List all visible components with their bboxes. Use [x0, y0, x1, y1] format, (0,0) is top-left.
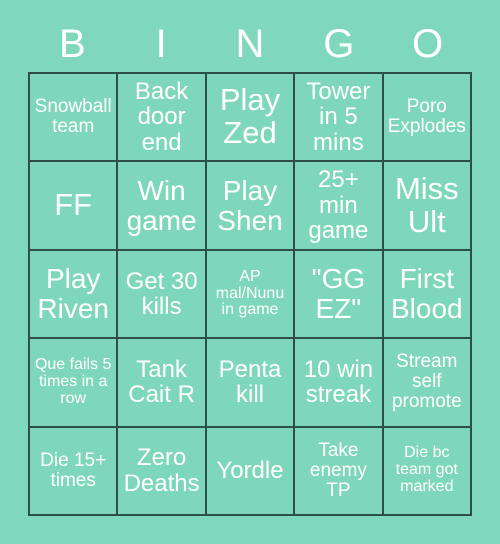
- bingo-cell-label: Penta kill: [218, 355, 282, 409]
- bingo-cell[interactable]: Miss Ult: [383, 162, 472, 251]
- bingo-cell[interactable]: Play Zed: [206, 74, 296, 163]
- bingo-cell-label: Die 15+ times: [40, 449, 107, 491]
- bingo-cell-label: Zero Deaths: [123, 444, 200, 497]
- bingo-cell-label: Play Zed: [219, 82, 281, 151]
- bingo-header: B I N G O: [28, 16, 472, 72]
- bingo-cell-label: "GG EZ": [311, 263, 366, 324]
- bingo-cell[interactable]: Die 15+ times: [30, 427, 119, 516]
- bingo-header-letter-b: B: [59, 22, 86, 66]
- bingo-cell[interactable]: Take enemy TP: [295, 427, 384, 516]
- bingo-cell[interactable]: Play Shen: [206, 162, 296, 251]
- bingo-cell[interactable]: Tank Cait R: [118, 339, 207, 428]
- bingo-cell-label: Tank Cait R: [128, 355, 195, 409]
- bingo-cell-label: Tower in 5 mins: [306, 78, 371, 156]
- bingo-cell-label: Poro Explodes: [387, 96, 466, 138]
- bingo-cell[interactable]: 25+ min game: [295, 162, 384, 251]
- bingo-cell[interactable]: First Blood: [383, 250, 472, 340]
- bingo-cell-label: 10 win streak: [303, 355, 374, 409]
- bingo-cell[interactable]: Play Riven: [30, 250, 119, 340]
- bingo-cell[interactable]: Win game: [118, 162, 207, 251]
- bingo-cell[interactable]: Yordle: [206, 427, 296, 516]
- bingo-cell-label: AP mal/Nunu in game: [215, 267, 285, 319]
- bingo-header-letter-g: G: [323, 22, 355, 66]
- bingo-header-letter-i: I: [155, 22, 167, 66]
- bingo-cell-label: Miss Ult: [394, 170, 459, 239]
- bingo-cell[interactable]: Stream self promote: [383, 339, 472, 428]
- bingo-cell[interactable]: Poro Explodes: [383, 74, 472, 163]
- bingo-cell-label: Play Shen: [217, 174, 283, 236]
- bingo-cell-label: Que fails 5 times in a row: [34, 355, 112, 407]
- bingo-card: B I N G O Snowball team Back door end Pl…: [0, 0, 500, 544]
- bingo-cell[interactable]: Die bc team got marked: [383, 427, 472, 516]
- bingo-cell-label: Yordle: [216, 457, 284, 485]
- bingo-cell[interactable]: "GG EZ": [295, 250, 384, 340]
- bingo-cell-label: FF: [54, 187, 93, 223]
- bingo-cell-label: Stream self promote: [391, 351, 462, 413]
- bingo-header-letter-o: O: [412, 22, 444, 66]
- bingo-cell-label: Take enemy TP: [309, 439, 367, 501]
- bingo-cell[interactable]: Que fails 5 times in a row: [30, 339, 119, 428]
- bingo-cell[interactable]: Snowball team: [30, 74, 119, 163]
- bingo-cell-label: 25+ min game: [308, 166, 369, 245]
- bingo-cell[interactable]: Tower in 5 mins: [295, 74, 384, 163]
- bingo-cell-label: Die bc team got marked: [395, 444, 458, 496]
- bingo-cell[interactable]: Penta kill: [206, 339, 296, 428]
- bingo-cell-label: Snowball team: [34, 96, 112, 138]
- bingo-cell[interactable]: Back door end: [118, 74, 207, 163]
- bingo-header-letter-n: N: [235, 22, 265, 66]
- bingo-grid: Snowball team Back door end Play Zed Tow…: [28, 72, 472, 516]
- bingo-cell-label: Play Riven: [37, 263, 109, 324]
- bingo-cell[interactable]: FF: [30, 162, 119, 251]
- bingo-cell-label: Win game: [126, 174, 197, 236]
- bingo-cell-label: Back door end: [134, 78, 189, 156]
- bingo-cell-label: First Blood: [390, 263, 463, 324]
- bingo-cell[interactable]: Zero Deaths: [118, 427, 207, 516]
- bingo-cell[interactable]: AP mal/Nunu in game: [206, 250, 296, 340]
- bingo-cell-label: Get 30 kills: [125, 267, 198, 320]
- bingo-cell[interactable]: Get 30 kills: [118, 250, 207, 340]
- bingo-cell[interactable]: 10 win streak: [295, 339, 384, 428]
